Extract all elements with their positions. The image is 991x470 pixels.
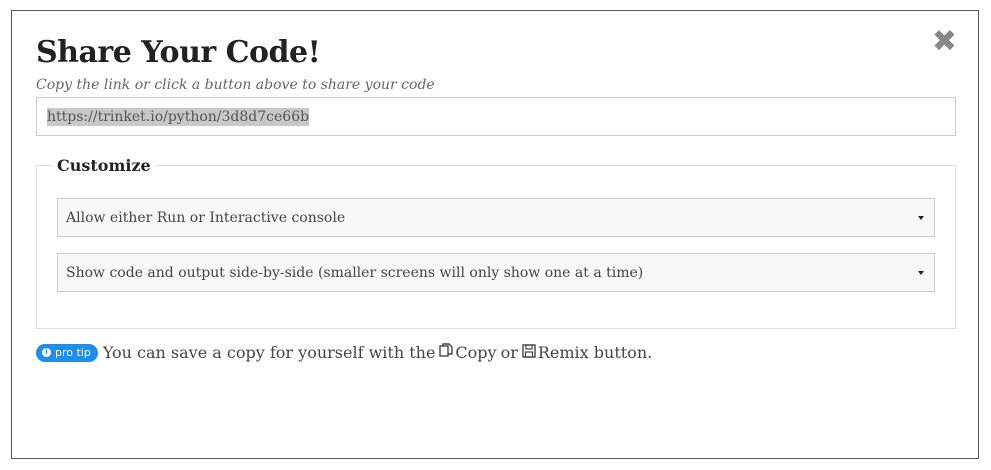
copy-icon	[439, 343, 454, 362]
layout-mode-select[interactable]: Show code and output side-by-side (small…	[57, 253, 935, 292]
copy-label: Copy	[455, 343, 497, 362]
caret-down-icon	[918, 216, 924, 220]
caret-down-icon	[918, 271, 924, 275]
pro-tip-badge-label: pro tip	[55, 346, 91, 359]
console-mode-select[interactable]: Allow either Run or Interactive console	[57, 198, 935, 237]
share-url-text[interactable]: https://trinket.io/python/3d8d7ce66b	[47, 107, 310, 126]
pro-tip-text: You can save a copy for yourself with th…	[102, 343, 436, 362]
modal-title: Share Your Code!	[36, 35, 321, 70]
or-text: or	[500, 343, 518, 362]
remix-label: Remix button.	[537, 343, 653, 362]
customize-fieldset: Customize Allow either Run or Interactiv…	[36, 156, 956, 329]
modal-subtitle: Copy the link or click a button above to…	[36, 77, 435, 93]
customize-legend: Customize	[51, 156, 157, 175]
pro-tip-badge: i pro tip	[36, 343, 98, 362]
save-icon	[522, 343, 536, 362]
pro-tip: i pro tip You can save a copy for yourse…	[36, 343, 652, 362]
console-mode-selected: Allow either Run or Interactive console	[66, 209, 346, 226]
share-url-field[interactable]: https://trinket.io/python/3d8d7ce66b	[36, 97, 956, 136]
close-icon[interactable]: ✖	[932, 27, 957, 57]
share-modal: Share Your Code! ✖ Copy the link or clic…	[11, 10, 979, 459]
layout-mode-selected: Show code and output side-by-side (small…	[66, 264, 644, 281]
info-icon: i	[42, 348, 51, 357]
